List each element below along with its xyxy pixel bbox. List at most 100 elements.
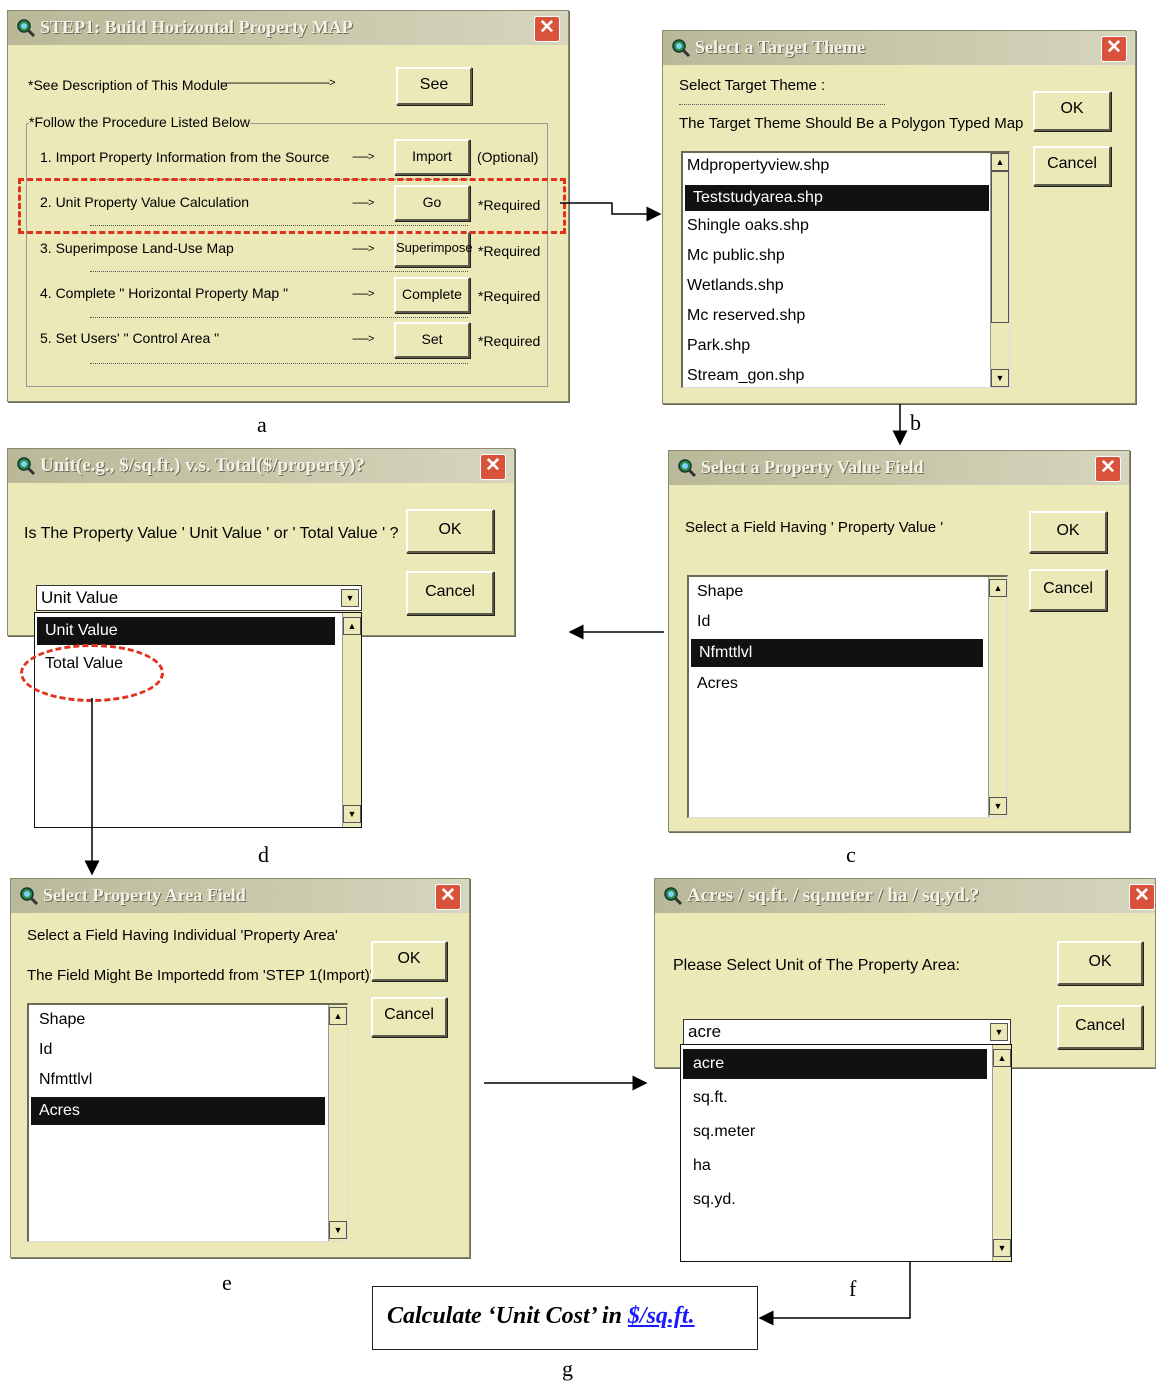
- see-button[interactable]: See: [396, 67, 472, 105]
- scroll-up-icon[interactable]: ▲: [329, 1007, 347, 1025]
- scroll-up-icon[interactable]: ▲: [343, 617, 361, 635]
- close-icon[interactable]: ✕: [1095, 456, 1121, 482]
- complete-button[interactable]: Complete: [394, 277, 470, 313]
- scroll-up-icon[interactable]: ▲: [993, 1049, 1011, 1067]
- see-description-label: *See Description of This Module: [28, 77, 228, 93]
- import-button[interactable]: Import: [394, 139, 470, 175]
- superimpose-button[interactable]: Superimpose: [394, 231, 473, 267]
- dialog-title: Unit(e.g., $/sq.ft.) v.s. Total($/proper…: [40, 455, 365, 476]
- caption-c: c: [846, 842, 856, 867]
- scroll-up-icon[interactable]: ▲: [991, 153, 1009, 171]
- title-bar: Select Property Area Field ✕: [11, 879, 469, 913]
- dialog-unit-vs-total: Unit(e.g., $/sq.ft.) v.s. Total($/proper…: [7, 448, 515, 636]
- prompt-label: Is The Property Value ' Unit Value ' or …: [24, 525, 399, 542]
- dialog-title: Select a Target Theme: [695, 37, 866, 57]
- result-text: Calculate ‘Unit Cost’ in $/sq.ft.: [387, 1303, 695, 1330]
- list-item[interactable]: Mdpropertyview.shp: [687, 157, 829, 175]
- option-item[interactable]: sq.meter: [693, 1123, 755, 1141]
- list-item[interactable]: Id: [697, 613, 710, 631]
- list-item[interactable]: Park.shp: [687, 337, 750, 355]
- scroll-up-icon[interactable]: ▲: [989, 579, 1007, 597]
- chevron-down-icon[interactable]: ▼: [990, 1023, 1008, 1041]
- area-field-list[interactable]: Shape Id Nfmttlvl Acres ▲ ▼: [27, 1003, 348, 1242]
- scrollbar[interactable]: ▲ ▼: [990, 153, 1009, 387]
- option-selected[interactable]: acre: [683, 1049, 987, 1079]
- scroll-down-icon[interactable]: ▼: [329, 1221, 347, 1239]
- ok-button[interactable]: OK: [1057, 941, 1143, 985]
- step-note: *Required: [478, 288, 541, 304]
- title-bar: Unit(e.g., $/sq.ft.) v.s. Total($/proper…: [8, 449, 514, 483]
- list-item-selected[interactable]: Teststudyarea.shp: [685, 185, 989, 211]
- field-list[interactable]: Shape Id Nfmttlvl Acres ▲ ▼: [687, 575, 1008, 818]
- theme-list[interactable]: Mdpropertyview.shp Teststudyarea.shp Shi…: [681, 151, 1010, 388]
- scrollbar[interactable]: ▲ ▼: [988, 577, 1007, 817]
- close-icon[interactable]: ✕: [534, 16, 560, 42]
- option-item[interactable]: sq.yd.: [693, 1191, 736, 1209]
- list-item[interactable]: Mc reserved.shp: [687, 307, 805, 325]
- cancel-button[interactable]: Cancel: [371, 997, 447, 1037]
- list-item[interactable]: Shape: [697, 583, 743, 601]
- caption-f: f: [849, 1276, 857, 1301]
- list-item[interactable]: Stream_gon.shp: [687, 367, 804, 385]
- close-icon[interactable]: ✕: [1129, 884, 1155, 910]
- list-item[interactable]: Mc public.shp: [687, 247, 785, 265]
- dropdown-value: acre: [688, 1022, 722, 1041]
- scrollbar[interactable]: ▲ ▼: [328, 1005, 347, 1241]
- list-item[interactable]: Wetlands.shp: [687, 277, 784, 295]
- result-unit-link[interactable]: $/sq.ft.: [628, 1303, 695, 1329]
- ok-button[interactable]: OK: [406, 509, 494, 553]
- list-item-selected[interactable]: Nfmttlvl: [691, 639, 983, 667]
- arrow-f-to-g: [758, 1262, 911, 1326]
- close-icon[interactable]: ✕: [480, 454, 506, 480]
- value-type-dropdown[interactable]: Unit Value ▼: [36, 585, 362, 611]
- step-note: (Optional): [477, 149, 539, 165]
- list-item[interactable]: Id: [39, 1041, 52, 1059]
- see-arrow: ----------------------------------------…: [220, 77, 336, 89]
- scrollbar[interactable]: ▲ ▼: [342, 613, 361, 827]
- magnifier-icon: [16, 18, 36, 38]
- ok-button[interactable]: OK: [371, 941, 447, 981]
- option-item[interactable]: sq.ft.: [693, 1089, 728, 1107]
- cancel-button[interactable]: Cancel: [1029, 569, 1107, 611]
- scroll-down-icon[interactable]: ▼: [993, 1239, 1011, 1257]
- close-icon[interactable]: ✕: [435, 884, 461, 910]
- magnifier-icon: [671, 38, 691, 58]
- close-icon[interactable]: ✕: [1101, 36, 1127, 62]
- dialog-title: STEP1: Build Horizontal Property MAP: [40, 17, 353, 37]
- ok-button[interactable]: OK: [1033, 91, 1111, 131]
- highlight-total-value: [20, 644, 164, 702]
- arrow-a-to-b: [560, 202, 662, 222]
- highlight-step2: [18, 178, 566, 234]
- area-unit-options[interactable]: acre sq.ft. sq.meter ha sq.yd. ▲ ▼: [680, 1044, 1012, 1262]
- list-item[interactable]: Nfmttlvl: [39, 1071, 92, 1089]
- scrollbar[interactable]: ▲ ▼: [992, 1045, 1011, 1261]
- set-button[interactable]: Set: [394, 322, 470, 358]
- magnifier-icon: [16, 456, 36, 476]
- scroll-thumb[interactable]: [991, 171, 1009, 323]
- cancel-button[interactable]: Cancel: [406, 571, 494, 615]
- ok-button[interactable]: OK: [1029, 511, 1107, 553]
- dialog-title: Select a Property Value Field: [701, 457, 924, 477]
- chevron-down-icon[interactable]: ▼: [341, 589, 359, 607]
- list-item-selected[interactable]: Acres: [31, 1097, 325, 1125]
- scroll-down-icon[interactable]: ▼: [343, 805, 361, 823]
- caption-b: b: [910, 410, 921, 435]
- dialog-title: Select Property Area Field: [43, 885, 246, 905]
- scroll-down-icon[interactable]: ▼: [989, 797, 1007, 815]
- area-unit-dropdown[interactable]: acre ▼: [683, 1019, 1011, 1045]
- list-item[interactable]: Shape: [39, 1011, 85, 1029]
- option-item[interactable]: ha: [693, 1157, 711, 1175]
- note-label: The Target Theme Should Be a Polygon Typ…: [679, 115, 1024, 132]
- scroll-down-icon[interactable]: ▼: [991, 369, 1009, 387]
- step-separator: [90, 271, 468, 272]
- dialog-select-property-value-field: Select a Property Value Field ✕ Select a…: [668, 450, 1130, 832]
- caption-g: g: [562, 1356, 573, 1381]
- list-item[interactable]: Shingle oaks.shp: [687, 217, 809, 235]
- list-item[interactable]: Acres: [697, 675, 738, 693]
- option-selected[interactable]: Unit Value: [37, 617, 335, 645]
- step-arrow: ------>: [352, 151, 374, 163]
- cancel-button[interactable]: Cancel: [1033, 146, 1111, 186]
- magnifier-icon: [677, 458, 697, 478]
- cancel-button[interactable]: Cancel: [1057, 1005, 1143, 1049]
- prompt-label: Select a Field Having Individual 'Proper…: [27, 927, 338, 944]
